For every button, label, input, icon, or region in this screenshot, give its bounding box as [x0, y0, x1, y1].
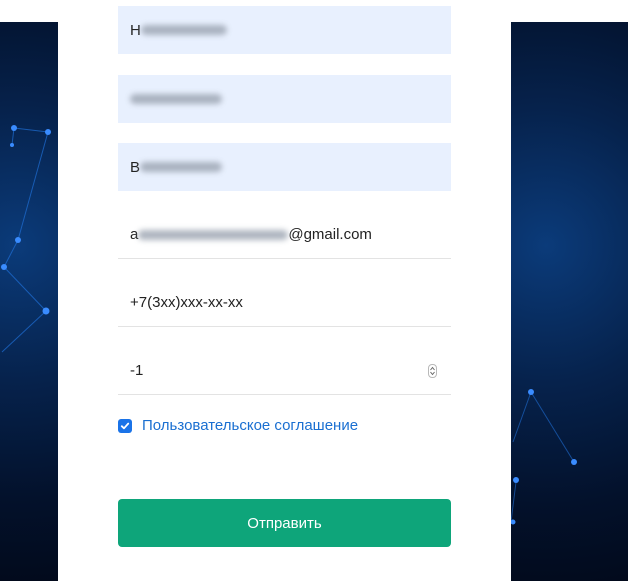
- name-field[interactable]: [118, 75, 451, 123]
- number-stepper-icon[interactable]: [428, 364, 437, 378]
- surname-value: Н: [130, 21, 141, 39]
- phone-field[interactable]: +7(3xx)xxx-xx-xx: [118, 279, 451, 327]
- background-network-left: [0, 22, 58, 581]
- blurred-text: [138, 229, 289, 240]
- background-network-right: [511, 22, 628, 581]
- agreement-link[interactable]: Пользовательское соглашение: [142, 417, 358, 434]
- checkmark-icon: [120, 422, 130, 429]
- email-field[interactable]: a @gmail.com: [118, 211, 451, 259]
- number-field[interactable]: -1: [118, 347, 451, 395]
- agreement-checkbox[interactable]: [118, 418, 132, 433]
- number-value: -1: [130, 362, 144, 379]
- email-domain: @gmail.com: [288, 226, 372, 243]
- registration-form-card: Н В a @gmail.com +7(3xx)xxx-xx-xx -1 Пол…: [58, 0, 511, 581]
- surname-field[interactable]: Н: [118, 6, 451, 54]
- blurred-text: [130, 94, 222, 104]
- phone-value: +7(3xx)xxx-xx-xx: [130, 294, 243, 311]
- agreement-row: Пользовательское соглашение: [118, 417, 358, 434]
- blurred-text: [140, 25, 227, 35]
- patronymic-value: В: [130, 158, 141, 176]
- submit-button[interactable]: Отправить: [118, 499, 451, 547]
- blurred-text: [140, 162, 223, 172]
- patronymic-field[interactable]: В: [118, 143, 451, 191]
- email-local-part: a: [130, 226, 139, 243]
